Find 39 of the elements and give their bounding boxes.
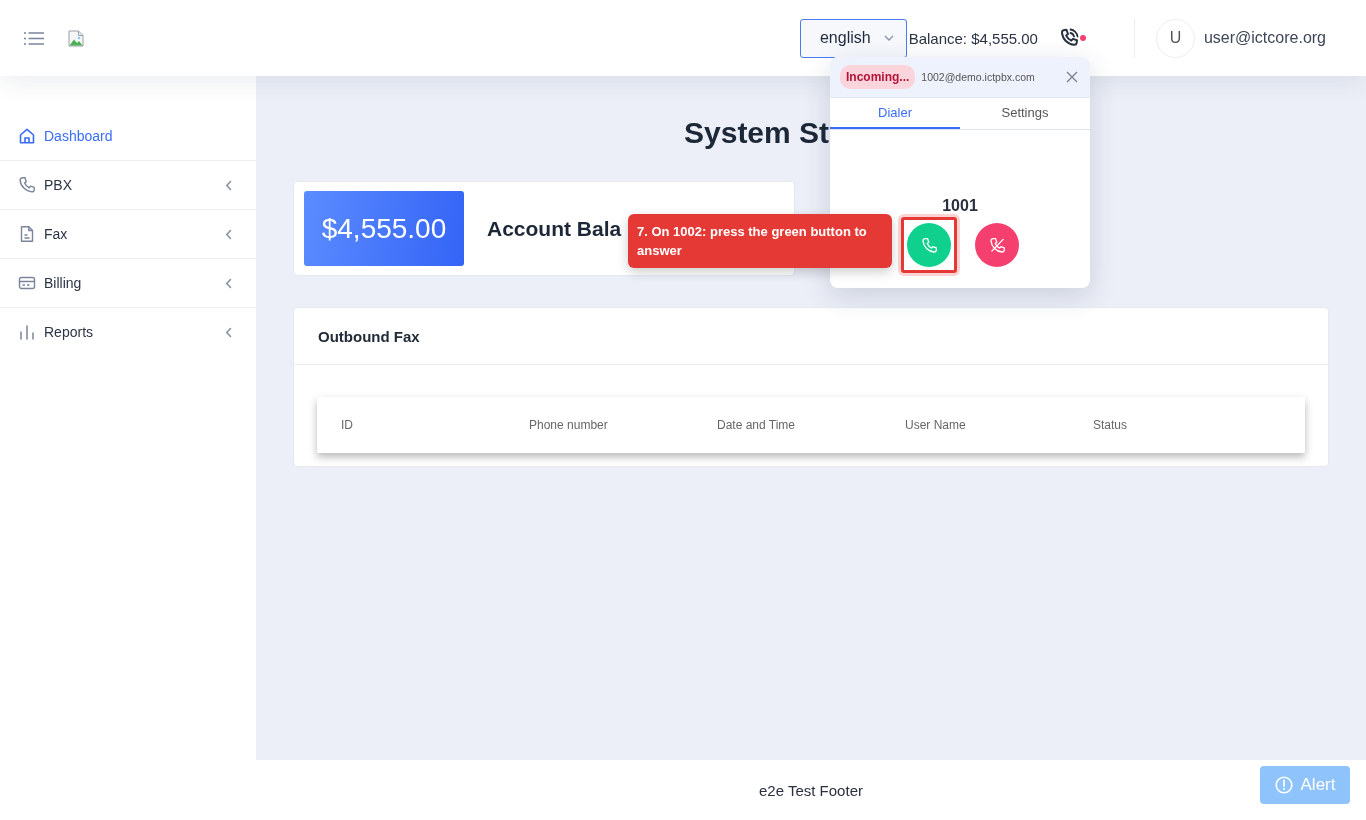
nav-item[interactable]: Reports — [0, 307, 256, 356]
column-header: Status — [1093, 418, 1129, 432]
nav-item[interactable]: Fax — [0, 209, 256, 258]
phone-icon — [18, 176, 36, 194]
document-icon — [18, 225, 36, 243]
user-email[interactable]: user@ictcore.org — [1203, 29, 1326, 47]
column-header: ID — [341, 418, 354, 432]
card-title: Outbound Fax — [318, 327, 420, 345]
menu-icon[interactable] — [24, 31, 44, 45]
nav-item[interactable]: Dashboard — [0, 112, 256, 160]
column-header: Phone number — [529, 418, 609, 432]
reject-call-button[interactable] — [975, 223, 1019, 267]
bar-chart-icon — [18, 323, 36, 341]
nav-item[interactable]: Billing — [0, 258, 256, 307]
page-title: System St — [684, 115, 830, 151]
chevron-down-icon — [883, 35, 894, 41]
broken-image-icon — [68, 29, 84, 47]
column-header: Date and Time — [717, 418, 797, 432]
balance-text: Balance: $4,555.00 — [908, 29, 1038, 47]
footer-text: e2e Test Footer — [759, 781, 863, 799]
phone-off-icon — [988, 236, 1006, 254]
answer-call-button[interactable] — [907, 223, 951, 267]
nav-item[interactable]: PBX — [0, 160, 256, 209]
close-button[interactable] — [1066, 71, 1078, 83]
account-label: 1002@demo.ictpbx.com — [921, 71, 1035, 83]
home-icon — [18, 127, 36, 145]
card-label: Account Bala — [487, 216, 622, 241]
tutorial-message: 7. On 1002: press the green button to answer — [637, 224, 867, 258]
status-badge: Incoming... — [840, 65, 916, 89]
balance-amount: $4,555.00 — [304, 191, 464, 266]
exclamation-icon — [1274, 776, 1293, 794]
language-select[interactable]: english — [799, 18, 907, 58]
credit-card-icon — [18, 274, 36, 292]
close-icon — [1066, 71, 1078, 83]
tab[interactable]: Dialer — [830, 98, 960, 129]
tab[interactable]: Settings — [960, 98, 1090, 129]
caller-number: 1001 — [942, 196, 978, 215]
phone-icon — [920, 236, 938, 254]
column-header: User Name — [905, 418, 967, 432]
